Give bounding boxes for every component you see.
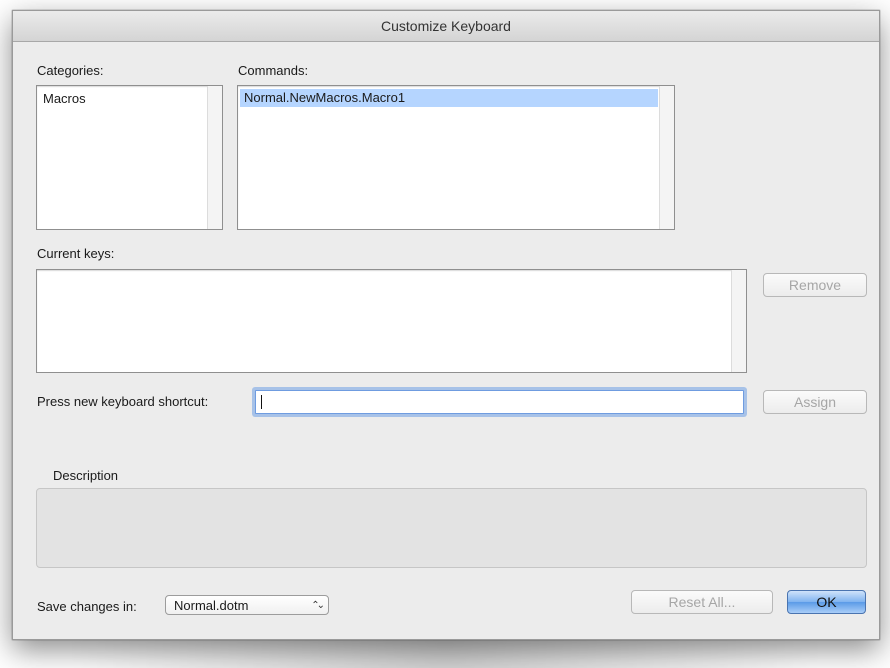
ok-button[interactable]: OK (787, 590, 866, 614)
category-item-macros[interactable]: Macros (39, 90, 86, 108)
categories-label: Categories: (37, 63, 104, 78)
new-shortcut-input[interactable] (255, 390, 744, 414)
description-box (36, 488, 867, 568)
commands-label: Commands: (238, 63, 309, 78)
shortcut-label: Press new keyboard shortcut: (37, 394, 209, 409)
categories-scrollbar[interactable] (207, 86, 222, 229)
save-changes-popup[interactable]: Normal.dotm ⌃⌄ (165, 595, 329, 615)
save-changes-label: Save changes in: (37, 599, 137, 614)
save-changes-value: Normal.dotm (174, 598, 249, 613)
customize-keyboard-dialog: Customize Keyboard Categories: Macros Co… (12, 10, 880, 640)
commands-list[interactable]: Normal.NewMacros.Macro1 (237, 85, 675, 230)
dialog-title[interactable]: Customize Keyboard (13, 11, 879, 42)
current-keys-label: Current keys: (37, 246, 115, 261)
current-keys-list[interactable] (36, 269, 747, 373)
text-caret (261, 395, 262, 409)
commands-scrollbar[interactable] (659, 86, 674, 229)
reset-all-button[interactable]: Reset All... (631, 590, 773, 614)
assign-button[interactable]: Assign (763, 390, 867, 414)
up-down-chevron-icon: ⌃⌄ (311, 600, 325, 611)
description-label: Description (53, 468, 119, 483)
remove-button[interactable]: Remove (763, 273, 867, 297)
categories-list[interactable]: Macros (36, 85, 223, 230)
current-keys-scrollbar[interactable] (731, 270, 746, 372)
command-item-macro1[interactable]: Normal.NewMacros.Macro1 (240, 89, 658, 107)
